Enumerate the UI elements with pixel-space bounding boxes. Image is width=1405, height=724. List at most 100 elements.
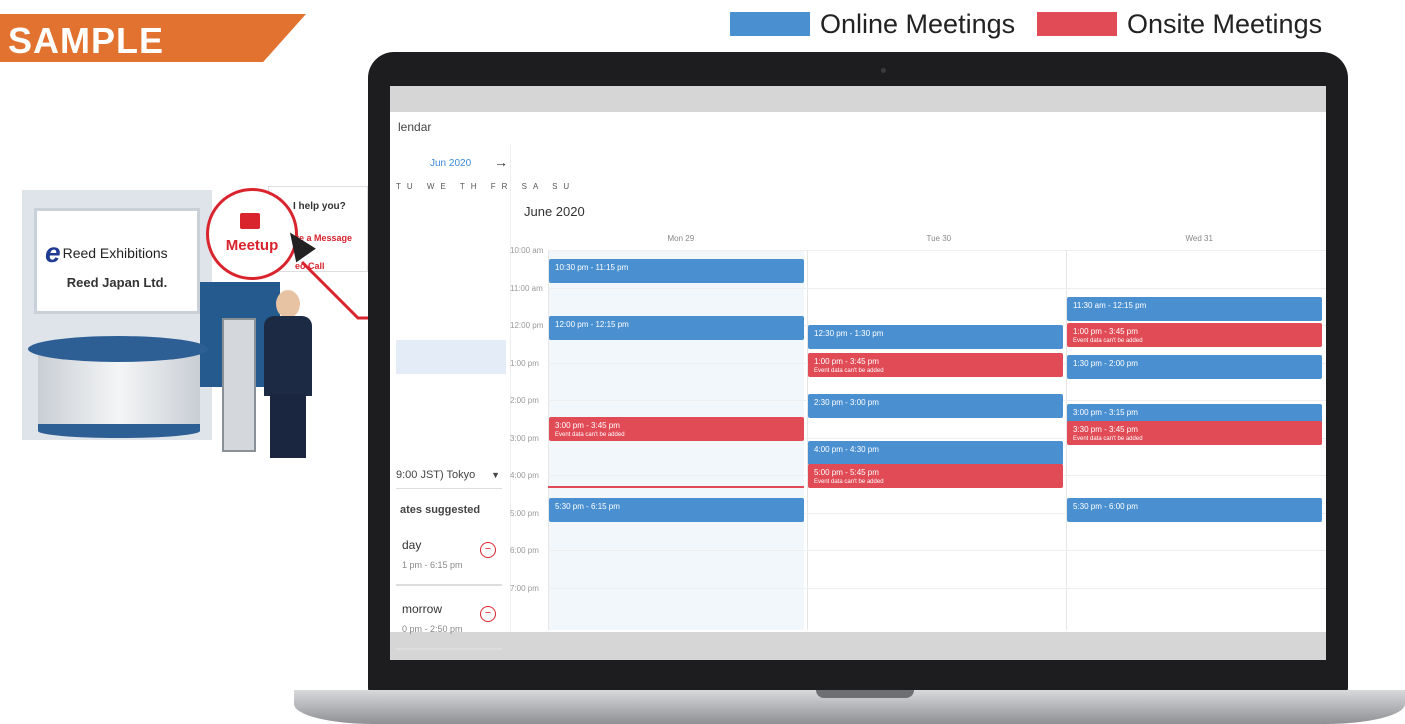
mini-week-row[interactable] xyxy=(396,238,506,272)
sample-label: SAMPLE xyxy=(8,20,165,61)
suggestion-day: day xyxy=(402,538,422,552)
mini-week-row[interactable] xyxy=(396,306,506,340)
hour-line xyxy=(548,287,1326,289)
legend-online: Online Meetings xyxy=(730,8,1015,40)
event-time: 12:00 pm - 12:15 pm xyxy=(555,319,629,329)
day-column[interactable] xyxy=(807,250,808,630)
current-time-indicator xyxy=(548,486,804,489)
event-time: 10:30 pm - 11:15 pm xyxy=(555,263,629,273)
calendar-app: lendar Jun 2020 → TU WE TH FR SA SU 9:00… xyxy=(390,112,1326,650)
onsite-meeting-event[interactable]: 3:00 pm - 3:45 pm Event data can't be add… xyxy=(549,416,804,441)
calendar-icon xyxy=(240,213,260,229)
person-head xyxy=(276,290,300,318)
suggestion-time: 0 pm - 2:50 pm xyxy=(402,624,463,634)
suggestion-item[interactable]: day 1 pm - 6:15 pm − xyxy=(396,528,502,586)
booth-counter-base xyxy=(38,424,200,438)
event-time: 5:30 pm - 6:00 pm xyxy=(1073,501,1138,511)
hour-label: 11:00 am xyxy=(510,283,543,293)
hour-label: 5:00 pm xyxy=(510,508,539,518)
event-note: Event data can't be added xyxy=(555,431,625,438)
online-meeting-event[interactable]: 1:30 pm - 2:00 pm xyxy=(1067,355,1322,379)
hour-label: 6:00 pm xyxy=(510,546,539,555)
calendar-month-title: June 2020 xyxy=(524,204,585,219)
mini-calendar-grid[interactable] xyxy=(396,204,506,408)
mini-month-label: Jun 2020 xyxy=(430,158,472,169)
event-time: 4:00 pm - 4:30 pm xyxy=(814,445,879,455)
chevron-down-icon: ▼ xyxy=(491,470,500,480)
onsite-meeting-event[interactable]: 1:00 pm - 3:45 pm Event data can't be add… xyxy=(1067,323,1322,348)
businessman-figure xyxy=(258,290,318,460)
hour-label: 7:00 pm xyxy=(510,583,539,593)
meetup-button[interactable]: Meetup xyxy=(206,188,298,280)
day-header: Mon 29 xyxy=(667,234,695,243)
online-meeting-event[interactable]: 11:30 am - 12:15 pm xyxy=(1067,296,1322,321)
legend-onsite-swatch xyxy=(1037,12,1117,36)
laptop-notch xyxy=(816,690,914,698)
help-question: I help you? xyxy=(293,201,346,212)
event-note: Event data can't be added xyxy=(1073,435,1143,442)
booth-kiosk xyxy=(222,318,256,452)
online-meeting-event[interactable]: 12:00 pm - 12:15 pm xyxy=(549,315,804,340)
remove-suggestion-icon[interactable]: − xyxy=(480,542,496,558)
online-meeting-event[interactable]: 10:30 pm - 11:15 pm xyxy=(549,259,804,284)
day-header: Tue 30 xyxy=(926,234,952,243)
legend-online-label: Online Meetings xyxy=(820,8,1016,39)
event-time: 1:00 pm - 3:45 pm xyxy=(1073,327,1138,337)
suggested-dates-title: ates suggested xyxy=(400,504,481,516)
person-suit xyxy=(264,316,312,396)
reed-logo-mark: e xyxy=(45,237,61,268)
booth-sign: e Reed Exhibitions Reed Japan Ltd. xyxy=(34,208,200,314)
hour-label: 2:00 pm xyxy=(510,396,539,405)
legend-onsite-label: Onsite Meetings xyxy=(1127,8,1323,39)
event-time: 1:30 pm - 2:00 pm xyxy=(1073,359,1138,368)
online-meeting-event[interactable]: 4:00 pm - 4:30 pm xyxy=(808,441,1063,466)
booth-counter xyxy=(38,350,200,430)
mini-week-row[interactable] xyxy=(396,204,506,238)
booth-counter-top xyxy=(28,336,208,362)
hour-label: 12:00 pm xyxy=(510,321,544,330)
timezone-select[interactable]: 9:00 JST) Tokyo ▼ xyxy=(396,462,502,489)
event-time: 12:30 pm - 1:30 pm xyxy=(814,329,884,338)
reed-logo: e Reed Exhibitions xyxy=(45,237,168,269)
event-time: 5:00 pm - 5:45 pm xyxy=(814,467,879,477)
legend-online-swatch xyxy=(730,12,810,36)
calendar-sidebar: Jun 2020 → TU WE TH FR SA SU 9:00 JST) T… xyxy=(390,144,569,650)
hour-label: 3:00 pm xyxy=(510,433,539,443)
event-note: Event data can't be added xyxy=(814,368,884,375)
event-time: 5:30 pm - 6:15 pm xyxy=(555,501,620,511)
onsite-meeting-event[interactable]: 1:00 pm - 3:45 pm Event data can't be add… xyxy=(808,353,1063,378)
person-legs xyxy=(270,394,306,458)
legend-onsite: Onsite Meetings xyxy=(1037,8,1322,40)
onsite-meeting-event[interactable]: 3:30 pm - 3:45 pm Event data can't be add… xyxy=(1067,420,1322,445)
event-time: 3:00 pm - 3:45 pm xyxy=(555,420,620,430)
laptop-screen: lendar Jun 2020 → TU WE TH FR SA SU 9:00… xyxy=(390,86,1326,660)
suggestion-time: 1 pm - 6:15 pm xyxy=(402,560,463,570)
mini-week-row[interactable] xyxy=(396,374,506,408)
mini-weekdays: TU WE TH FR SA SU xyxy=(396,182,576,191)
event-time: 11:30 am - 12:15 pm xyxy=(1073,300,1147,310)
next-month-arrow-icon[interactable]: → xyxy=(494,154,508,170)
suggestion-day: morrow xyxy=(402,602,443,616)
onsite-meeting-event[interactable]: 5:00 pm - 5:45 pm Event data can't be add… xyxy=(808,463,1063,488)
mini-week-row[interactable] xyxy=(396,272,506,306)
online-meeting-event[interactable]: 5:30 pm - 6:00 pm xyxy=(1067,497,1322,522)
hour-line xyxy=(548,587,1326,589)
remove-suggestion-icon[interactable]: − xyxy=(480,606,496,622)
camera-icon xyxy=(881,68,886,73)
event-time: 3:00 pm - 3:15 pm xyxy=(1073,407,1138,417)
app-title: lendar xyxy=(398,120,432,134)
timezone-value: 9:00 JST) Tokyo xyxy=(396,469,476,481)
event-time: 3:30 pm - 3:45 pm xyxy=(1073,424,1138,434)
hour-label: 4:00 pm xyxy=(510,471,539,480)
suggestion-item[interactable]: morrow 0 pm - 2:50 pm − xyxy=(396,592,502,650)
event-time: 1:00 pm - 3:45 pm xyxy=(814,357,879,367)
online-meeting-event[interactable]: 12:30 pm - 1:30 pm xyxy=(808,325,1063,349)
online-meeting-event[interactable]: 2:30 pm - 3:00 pm xyxy=(808,394,1063,419)
mini-week-row-selected[interactable] xyxy=(396,340,506,374)
sample-ribbon: SAMPLE xyxy=(0,14,306,62)
hour-line xyxy=(548,250,1326,251)
hour-label: 1:00 pm xyxy=(510,358,539,368)
hour-label: 10:00 am xyxy=(510,246,544,255)
online-meeting-event[interactable]: 5:30 pm - 6:15 pm xyxy=(549,497,804,522)
day-header: Wed 31 xyxy=(1185,234,1213,243)
